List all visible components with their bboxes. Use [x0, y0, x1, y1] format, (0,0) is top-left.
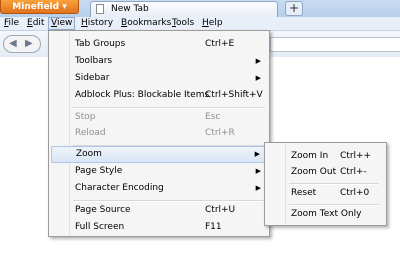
menu-item-zoom-text-only[interactable]: Zoom Text Only	[267, 206, 384, 223]
menu-item-zoom-in[interactable]: Zoom In Ctrl++	[267, 148, 384, 165]
menu-item-label: Adblock Plus: Blockable Items	[75, 90, 210, 100]
submenu-arrow-icon: ▶	[255, 74, 261, 82]
submenu-arrow-icon: ▶	[255, 184, 261, 192]
menu-item-label: Sidebar	[75, 73, 110, 83]
new-tab-button[interactable]: +	[285, 1, 303, 16]
menu-label-rest: ile	[8, 18, 20, 28]
menu-item-shortcut: F11	[205, 222, 222, 232]
menu-item-shortcut: Ctrl+-	[340, 167, 367, 177]
menu-item-page-style[interactable]: Page Style ▶	[51, 163, 267, 180]
menu-help[interactable]: Help	[200, 17, 225, 30]
menu-item-shortcut: Esc	[205, 112, 221, 122]
menu-item-label: Character Encoding	[75, 183, 164, 193]
menu-item-label: Toolbars	[75, 56, 113, 66]
menu-item-shortcut: Ctrl++	[340, 151, 372, 161]
menu-item-shortcut: Ctrl+E	[205, 39, 235, 49]
menu-item-shortcut: Ctrl+R	[205, 128, 235, 138]
menu-label-rest: istory	[87, 18, 114, 28]
tab-new-tab[interactable]: New Tab	[90, 1, 278, 17]
zoom-submenu: Zoom In Ctrl++ Zoom Out Ctrl+- Reset Ctr…	[264, 142, 387, 226]
menu-bar: File Edit View History Bookmarks Tools H…	[0, 17, 400, 31]
menu-item-tab-groups[interactable]: Tab Groups Ctrl+E	[51, 36, 267, 53]
back-forward-buttons[interactable]: ◀ ▶	[3, 35, 41, 53]
menu-item-label: Page Style	[75, 166, 123, 176]
page-icon	[96, 4, 104, 14]
menu-item-label: Reload	[75, 128, 106, 138]
menu-tools[interactable]: Tools	[170, 17, 196, 30]
view-menu-dropdown: Tab Groups Ctrl+E Toolbars ▶ Sidebar ▶ A…	[48, 30, 270, 237]
back-arrow-icon[interactable]: ◀	[9, 38, 17, 49]
menu-item-label: Stop	[75, 112, 96, 122]
menu-item-adblock-blockable-items[interactable]: Adblock Plus: Blockable Items Ctrl+Shift…	[51, 87, 267, 104]
menu-item-label: Tab Groups	[75, 39, 126, 49]
menu-item-label: Zoom	[76, 149, 102, 159]
menu-item-shortcut: Ctrl+Shift+V	[205, 90, 263, 100]
app-menu-label: Minefield	[12, 2, 60, 12]
menu-history[interactable]: History	[79, 17, 115, 30]
menu-item-reload: Reload Ctrl+R	[51, 125, 267, 142]
tab-title: New Tab	[111, 4, 149, 14]
menu-label-rest: elp	[208, 18, 223, 28]
menu-item-label: Zoom Text Only	[291, 209, 362, 219]
menu-item-zoom[interactable]: Zoom ▶	[51, 146, 267, 163]
menu-edit[interactable]: Edit	[25, 17, 46, 30]
submenu-arrow-icon: ▶	[254, 150, 260, 158]
menu-item-reset[interactable]: Reset Ctrl+0	[267, 185, 384, 202]
menu-item-label: Full Screen	[75, 222, 125, 232]
menu-item-label: Page Source	[75, 205, 131, 215]
menu-item-character-encoding[interactable]: Character Encoding ▶	[51, 180, 267, 197]
menu-item-sidebar[interactable]: Sidebar ▶	[51, 70, 267, 87]
menu-item-toolbars[interactable]: Toolbars ▶	[51, 53, 267, 70]
app-menu-button[interactable]: Minefield ▾	[0, 0, 79, 14]
menu-accelerator: H	[202, 18, 209, 28]
forward-arrow-icon[interactable]: ▶	[25, 38, 33, 49]
menu-file[interactable]: File	[2, 17, 21, 30]
menu-label-rest: dit	[32, 18, 45, 28]
menu-accelerator: H	[81, 18, 88, 28]
submenu-arrow-icon: ▶	[255, 167, 261, 175]
menu-item-stop: Stop Esc	[51, 109, 267, 126]
menu-label-rest: ools	[175, 18, 195, 28]
menu-item-label: Zoom Out	[291, 167, 337, 177]
menu-item-label: Reset	[291, 188, 317, 198]
submenu-arrow-icon: ▶	[255, 57, 261, 65]
menu-bookmarks[interactable]: Bookmarks	[119, 17, 173, 30]
menu-view[interactable]: View	[48, 17, 76, 30]
menu-item-label: Zoom In	[291, 151, 329, 161]
menu-item-full-screen[interactable]: Full Screen F11	[51, 219, 267, 236]
url-bar[interactable]	[270, 37, 400, 52]
menu-label-rest: ookmarks	[127, 18, 172, 28]
title-bar: Minefield ▾ New Tab +	[0, 0, 400, 17]
menu-item-page-source[interactable]: Page Source Ctrl+U	[51, 202, 267, 219]
menu-label-rest: iew	[56, 18, 73, 28]
menu-item-zoom-out[interactable]: Zoom Out Ctrl+-	[267, 164, 384, 181]
menu-item-shortcut: Ctrl+0	[340, 188, 370, 198]
menu-item-shortcut: Ctrl+U	[205, 205, 236, 215]
